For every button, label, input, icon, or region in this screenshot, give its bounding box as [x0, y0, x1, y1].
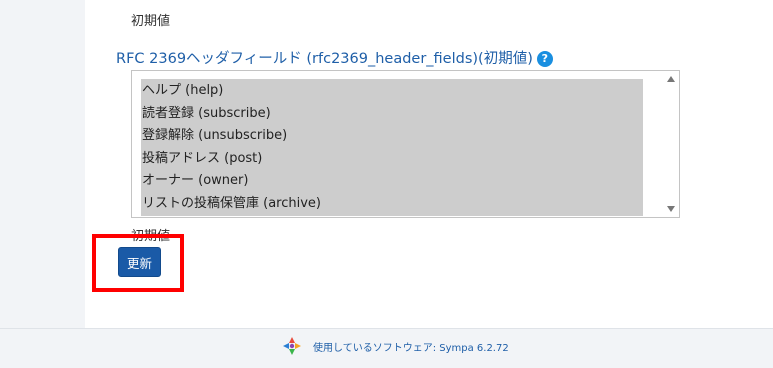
field-label-text: RFC 2369ヘッダフィールド (rfc2369_header_fields)…: [116, 51, 533, 67]
option-archive[interactable]: リストの投稿保管庫 (archive): [142, 193, 643, 216]
footer-divider: [0, 328, 773, 329]
help-icon[interactable]: ?: [536, 51, 553, 67]
sympa-logo-icon[interactable]: [282, 336, 302, 356]
highlight-box: [92, 234, 184, 292]
option-list: ヘルプ (help) 読者登録 (subscribe) 登録解除 (unsubs…: [141, 79, 643, 216]
footer: 使用しているソフトウェア: Sympa 6.2.72: [282, 335, 509, 357]
scroll-down-icon[interactable]: [667, 206, 675, 212]
default-label: 初期値: [131, 14, 171, 29]
option-post[interactable]: 投稿アドレス (post): [142, 148, 643, 171]
option-help[interactable]: ヘルプ (help): [142, 80, 643, 103]
option-subscribe[interactable]: 読者登録 (subscribe): [142, 103, 643, 126]
option-unsubscribe[interactable]: 登録解除 (unsubscribe): [142, 125, 643, 148]
rfc2369-header-fields-select[interactable]: ヘルプ (help) 読者登録 (subscribe) 登録解除 (unsubs…: [131, 70, 680, 218]
listbox-scrollbar[interactable]: [664, 72, 678, 216]
footer-software-link[interactable]: 使用しているソフトウェア: Sympa 6.2.72: [313, 339, 509, 354]
option-owner[interactable]: オーナー (owner): [142, 170, 643, 193]
rfc2369-field-label: RFC 2369ヘッダフィールド (rfc2369_header_fields)…: [116, 47, 553, 68]
scroll-up-icon[interactable]: [667, 76, 675, 82]
